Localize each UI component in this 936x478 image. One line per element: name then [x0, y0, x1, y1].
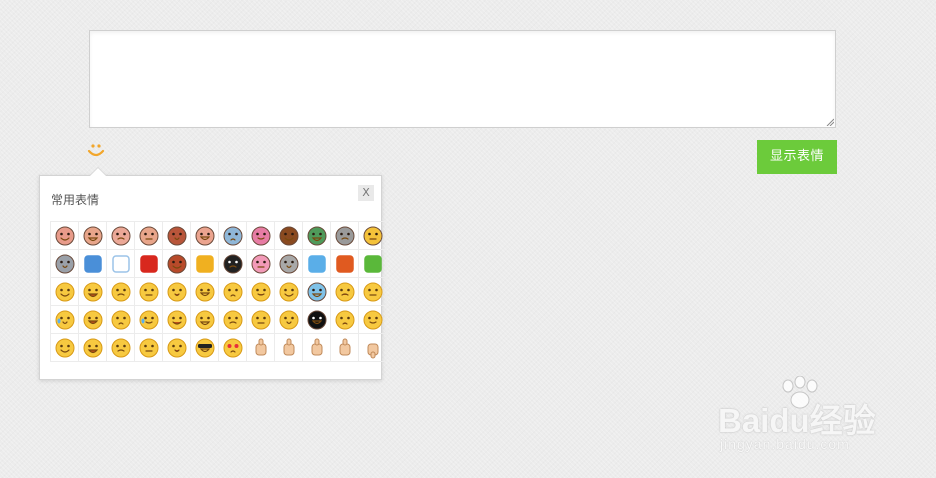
watermark-brand: Baidu经验 [718, 402, 876, 439]
emoji-robot-99-icon[interactable] [331, 222, 359, 250]
emoji-brown-hair-girl-icon[interactable] [275, 222, 303, 250]
smiley-icon[interactable] [85, 140, 107, 160]
emoji-green-face-icon[interactable] [303, 222, 331, 250]
emoji-shen-char-icon[interactable] [79, 250, 107, 278]
emoji-rabbit-face-icon[interactable] [247, 222, 275, 250]
baidu-jingyan-watermark: Baidu经验 jingyan.baidu.com [716, 376, 896, 458]
emoji-laugh-icon[interactable] [107, 278, 135, 306]
emoji-smile-icon[interactable] [51, 278, 79, 306]
emoji-little-man-icon[interactable] [163, 250, 191, 278]
emoji-baby-crying-icon[interactable] [107, 222, 135, 250]
composer-textarea[interactable] [89, 30, 836, 128]
emoji-confused-icon[interactable] [191, 306, 219, 334]
emoji-blush-icon[interactable] [107, 334, 135, 362]
emoji-cool-icon[interactable] [191, 334, 219, 362]
emoji-blue-face-sad-icon[interactable] [303, 278, 331, 306]
emoji-thumbs-down-icon[interactable] [359, 334, 387, 362]
emoji-ok-hand-icon[interactable] [247, 334, 275, 362]
emoji-cry-icon[interactable] [51, 306, 79, 334]
emoji-angry-icon[interactable] [331, 306, 359, 334]
emoji-doubt-icon[interactable] [331, 278, 359, 306]
emoji-baby-hehe-icon[interactable] [79, 222, 107, 250]
emoji-speechless-icon[interactable] [135, 334, 163, 362]
emoji-cheeky-icon[interactable] [247, 278, 275, 306]
emoji-red-envelope-icon[interactable] [135, 250, 163, 278]
emoji-shy-icon[interactable] [163, 278, 191, 306]
emoji-happy-icon[interactable] [135, 278, 163, 306]
watermark-url: jingyan.baidu.com [720, 436, 850, 452]
emoji-ultraman-icon[interactable] [275, 250, 303, 278]
close-button[interactable]: X [358, 185, 374, 201]
emoji-baby-tantrum-icon[interactable] [51, 222, 79, 250]
emoji-whisper-icon[interactable] [79, 334, 107, 362]
emoji-baby-shy-icon[interactable] [191, 222, 219, 250]
panel-title: 常用表情 [51, 193, 100, 207]
emoji-kiss-icon[interactable] [247, 306, 275, 334]
emoji-pink-pig-icon[interactable] [247, 250, 275, 278]
emoji-thinking-icon[interactable] [359, 278, 387, 306]
emoji-thumb-fist-icon[interactable] [275, 334, 303, 362]
emoji-surprised-icon[interactable] [219, 278, 247, 306]
emoji-annoyed-icon[interactable] [359, 306, 387, 334]
emoji-cute-icon[interactable] [275, 278, 303, 306]
emoji-panel: 常用表情 X [39, 167, 387, 380]
emoji-wink-icon[interactable] [219, 306, 247, 334]
emoji-think-icon[interactable] [79, 306, 107, 334]
emoji-shocked-icon[interactable] [107, 306, 135, 334]
resize-grip-icon[interactable] [826, 118, 834, 126]
emoji-black-face-icon[interactable] [303, 306, 331, 334]
emoji-sly-icon[interactable] [51, 334, 79, 362]
emoji-lion-face-icon[interactable] [163, 222, 191, 250]
emoji-point-up-icon[interactable] [303, 334, 331, 362]
emoji-heart-eyes-icon[interactable] [219, 334, 247, 362]
emoji-money-icon[interactable] [163, 334, 191, 362]
emoji-gift-box-icon[interactable] [359, 250, 387, 278]
emoji-embarrassed-icon[interactable] [163, 306, 191, 334]
emoji-worried-icon[interactable] [191, 278, 219, 306]
panel-pointer [89, 167, 107, 176]
emoji-frown-icon[interactable] [275, 306, 303, 334]
emoji-sweat-icon[interactable] [135, 306, 163, 334]
emoji-bus-face-icon[interactable] [219, 222, 247, 250]
emoji-cloud-icon[interactable] [107, 250, 135, 278]
emoji-panda-icon[interactable] [219, 250, 247, 278]
emoji-sweet-char-icon[interactable] [303, 250, 331, 278]
emoji-grin-icon[interactable] [79, 278, 107, 306]
show-emoji-button[interactable]: 显示表情 [757, 140, 837, 174]
emoji-world-cup-icon[interactable] [331, 250, 359, 278]
emoji-yellow-cat-icon[interactable] [359, 222, 387, 250]
emoji-grid [50, 221, 387, 362]
emoji-baby-wave-icon[interactable] [135, 222, 163, 250]
emoji-bear-face-icon[interactable] [51, 250, 79, 278]
emoji-thumbs-up-icon[interactable] [331, 334, 359, 362]
emoji-down-arrow-icon[interactable] [191, 250, 219, 278]
